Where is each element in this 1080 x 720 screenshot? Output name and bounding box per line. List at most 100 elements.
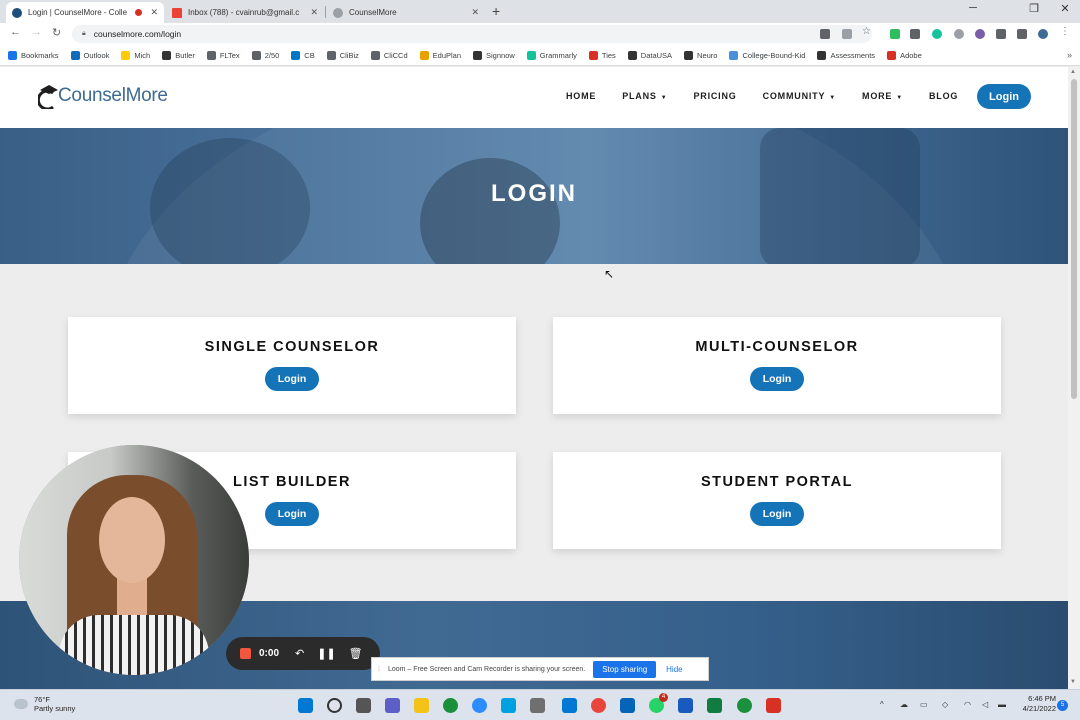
scroll-up-icon[interactable]: ▲ (1070, 69, 1076, 75)
tab-inbox[interactable]: Inbox (788) - cvainrub@gmail.c ✕ (166, 2, 324, 23)
camera-icon[interactable] (820, 29, 830, 39)
task-view-icon[interactable] (356, 698, 371, 713)
trash-icon[interactable]: 🗑︎ (349, 647, 363, 660)
caret-down-icon: ▼ (660, 95, 668, 101)
nav-label: COMMUNITY (762, 91, 826, 101)
pause-icon[interactable]: ❚❚ (317, 647, 335, 660)
bookmark-item[interactable]: EduPlan (419, 50, 461, 60)
speaker-icon[interactable]: ◁ (982, 700, 988, 709)
search-icon[interactable] (327, 698, 342, 713)
extension-icon[interactable] (954, 29, 964, 39)
tray-icon[interactable]: ▭ (920, 700, 928, 709)
forward-arrow-icon[interactable]: → (31, 26, 42, 38)
drag-handle-icon[interactable]: ⁞ (378, 666, 380, 673)
extension-icon[interactable] (910, 29, 920, 39)
calculator-icon[interactable] (530, 698, 545, 713)
bookmark-item[interactable]: DataUSA (627, 50, 672, 60)
bookmark-item[interactable]: Grammarly (526, 50, 577, 60)
header-login-button[interactable]: Login (977, 84, 1031, 109)
tab-counselmore[interactable]: CounselMore ✕ (327, 2, 485, 23)
bookmark-item[interactable]: Butler (162, 50, 195, 60)
tab-login[interactable]: Login | CounselMore - Colle ✕ (6, 2, 164, 23)
sidebar-icon[interactable] (1017, 29, 1027, 39)
nav-community[interactable]: COMMUNITY ▼ (763, 91, 836, 101)
maximize-button[interactable]: ❐ (1019, 2, 1049, 15)
close-tab-icon[interactable]: ✕ (310, 7, 318, 18)
menu-kebab-icon[interactable]: ⋮ (1060, 26, 1070, 37)
address-bar[interactable]: 🔒︎ counselmore.com/login (72, 25, 872, 43)
app-icon[interactable] (737, 698, 752, 713)
file-explorer-icon[interactable] (414, 698, 429, 713)
bookmarks-overflow-icon[interactable]: » (1067, 50, 1072, 60)
bookmark-item[interactable]: CB (291, 50, 315, 60)
close-window-button[interactable]: ✕ (1050, 2, 1080, 15)
puzzle-icon[interactable] (996, 29, 1006, 39)
bookmark-item[interactable]: 2/50 (251, 50, 279, 60)
bookmark-item[interactable]: Adobe (887, 50, 922, 60)
nav-pricing[interactable]: PRICING (693, 91, 736, 101)
bookmark-item[interactable]: Bookmarks (8, 50, 59, 60)
system-clock[interactable]: 6:46 PM 4/21/2022 (1012, 694, 1056, 714)
bookmark-item[interactable]: FLTex (206, 50, 240, 60)
teams-chat-icon[interactable] (385, 698, 400, 713)
chevron-up-icon[interactable]: ^ (880, 700, 884, 709)
webcam-bubble[interactable] (19, 445, 249, 675)
share-icon[interactable] (842, 29, 852, 39)
battery-icon[interactable]: ▬ (998, 700, 1006, 709)
weather-widget[interactable]: 76°F Partly sunny (14, 695, 75, 713)
stop-sharing-button[interactable]: Stop sharing (593, 660, 657, 678)
windows-taskbar: 76°F Partly sunny 4 ^ ☁ ▭ ◇ ◠ ◁ ▬ 6:46 P… (0, 689, 1080, 720)
bookmark-item[interactable]: Ties (588, 50, 616, 60)
app-icon[interactable] (562, 698, 577, 713)
profile-avatar-icon[interactable] (1038, 29, 1048, 39)
nav-more[interactable]: MORE ▼ (862, 91, 903, 101)
bookmark-item[interactable]: Mich (121, 50, 150, 60)
bookmark-item[interactable]: CliCCd (370, 50, 408, 60)
bookmark-label: CliCCd (383, 50, 408, 60)
app-icon[interactable] (443, 698, 458, 713)
new-tab-button[interactable]: + (492, 3, 500, 19)
scrollbar-thumb[interactable] (1071, 79, 1077, 399)
wifi-icon[interactable]: ◠ (964, 700, 971, 709)
bookmark-item[interactable]: Neuro (684, 50, 717, 60)
star-icon[interactable]: ☆ (862, 26, 872, 37)
page-scrollbar[interactable]: ▲ ▼ (1068, 67, 1080, 689)
scroll-down-icon[interactable]: ▼ (1070, 679, 1076, 685)
single-counselor-login-button[interactable]: Login (265, 367, 319, 391)
onedrive-icon[interactable]: ☁ (900, 700, 908, 709)
outlook-icon[interactable] (620, 698, 635, 713)
evernote-extension-icon[interactable] (890, 29, 900, 39)
bookmark-item[interactable]: College-Bound-Kid (729, 50, 805, 60)
close-tab-icon[interactable]: ✕ (150, 7, 158, 18)
back-arrow-icon[interactable]: ← (10, 26, 21, 38)
nav-blog[interactable]: BLOG (929, 91, 958, 101)
reload-icon[interactable]: ↻ (52, 26, 61, 39)
bookmark-item[interactable]: Outlook (70, 50, 109, 60)
student-portal-login-button[interactable]: Login (750, 502, 804, 526)
counselmore-logo[interactable]: CounselMore (38, 83, 168, 109)
bookmark-item[interactable]: CliBiz (326, 50, 359, 60)
tray-icon[interactable]: ◇ (942, 700, 948, 709)
close-tab-icon[interactable]: ✕ (471, 7, 479, 18)
acrobat-icon[interactable] (766, 698, 781, 713)
notification-count[interactable]: 5 (1057, 700, 1068, 711)
bookmark-item[interactable]: Signnow (473, 50, 515, 60)
chrome-icon[interactable] (591, 698, 606, 713)
list-builder-login-button[interactable]: Login (265, 502, 319, 526)
bookmark-item[interactable]: Assessments (817, 50, 875, 60)
nav-home[interactable]: HOME (566, 91, 596, 101)
excel-icon[interactable] (707, 698, 722, 713)
hide-button[interactable]: Hide (666, 665, 682, 674)
multi-counselor-login-button[interactable]: Login (750, 367, 804, 391)
bookmark-icon (817, 50, 827, 60)
stop-recording-button[interactable] (240, 648, 251, 659)
zoom-icon[interactable] (472, 698, 487, 713)
extension-icon[interactable] (975, 29, 985, 39)
restart-icon[interactable]: ↶ (295, 647, 304, 660)
grammarly-extension-icon[interactable] (932, 29, 942, 39)
nav-plans[interactable]: PLANS ▼ (622, 91, 667, 101)
start-button-icon[interactable] (298, 698, 313, 713)
salesforce-icon[interactable] (501, 698, 516, 713)
minimize-button[interactable]: ─ (958, 2, 988, 14)
word-icon[interactable] (678, 698, 693, 713)
